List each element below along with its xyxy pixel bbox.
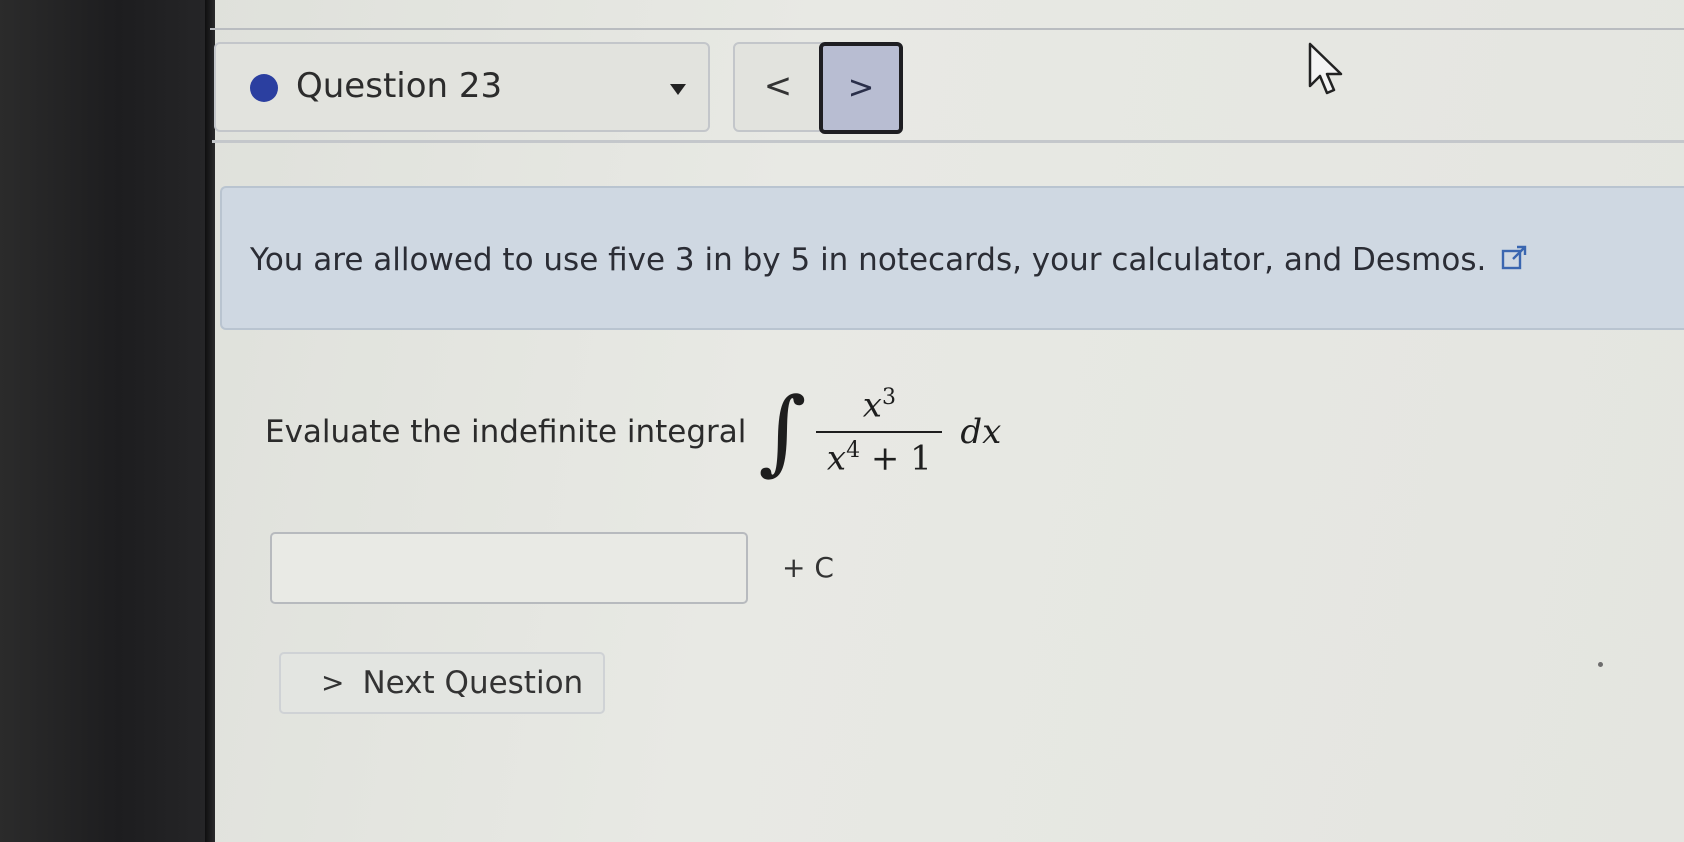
header-divider [210, 28, 1684, 30]
screen: Question 23 < > You are allowed to use f… [0, 0, 1684, 842]
numerator: x3 [857, 386, 902, 425]
denominator-tail: + 1 [860, 438, 932, 479]
denominator-base: x [826, 438, 847, 479]
integral-expression: ∫ x3 x4 + 1 dx [758, 386, 1001, 478]
instructions-banner: You are allowed to use five 3 in by 5 in… [220, 186, 1684, 330]
next-question-button[interactable]: > Next Question [279, 652, 605, 714]
chevron-right-icon: > [321, 666, 345, 699]
question-label: Question 23 [296, 66, 503, 106]
banner-text: You are allowed to use five 3 in by 5 in… [250, 242, 1487, 278]
question-status-dot-icon [250, 74, 278, 102]
dropdown-arrow-icon[interactable] [670, 84, 686, 95]
prompt-text: Evaluate the indefinite integral [265, 414, 747, 450]
banner-text-row: You are allowed to use five 3 in by 5 in… [250, 242, 1528, 278]
numerator-base: x [862, 385, 882, 426]
screen-speck [1598, 662, 1603, 667]
integrand-fraction: x3 x4 + 1 [816, 386, 943, 479]
numerator-exponent: 3 [881, 385, 896, 411]
question-prompt: Evaluate the indefinite integral ∫ x3 x4… [265, 372, 1001, 492]
mouse-cursor-icon [1308, 42, 1343, 95]
question-select[interactable]: Question 23 [214, 42, 710, 132]
question-nav-buttons: < > [733, 42, 905, 134]
previous-question-button[interactable]: < [733, 42, 823, 132]
integral-sign: ∫ [758, 378, 807, 485]
denominator: x4 + 1 [821, 438, 938, 479]
monitor-bezel [0, 0, 215, 842]
external-link-icon[interactable] [1500, 244, 1528, 272]
answer-input[interactable] [270, 532, 748, 604]
differential: dx [960, 412, 1002, 452]
nav-divider [212, 140, 1684, 143]
constant-of-integration-label: + C [782, 551, 834, 584]
denominator-exponent: 4 [846, 438, 861, 463]
fraction-bar [816, 431, 943, 433]
next-question-arrow-button[interactable]: > [819, 42, 903, 134]
next-question-label: Next Question [362, 665, 584, 701]
